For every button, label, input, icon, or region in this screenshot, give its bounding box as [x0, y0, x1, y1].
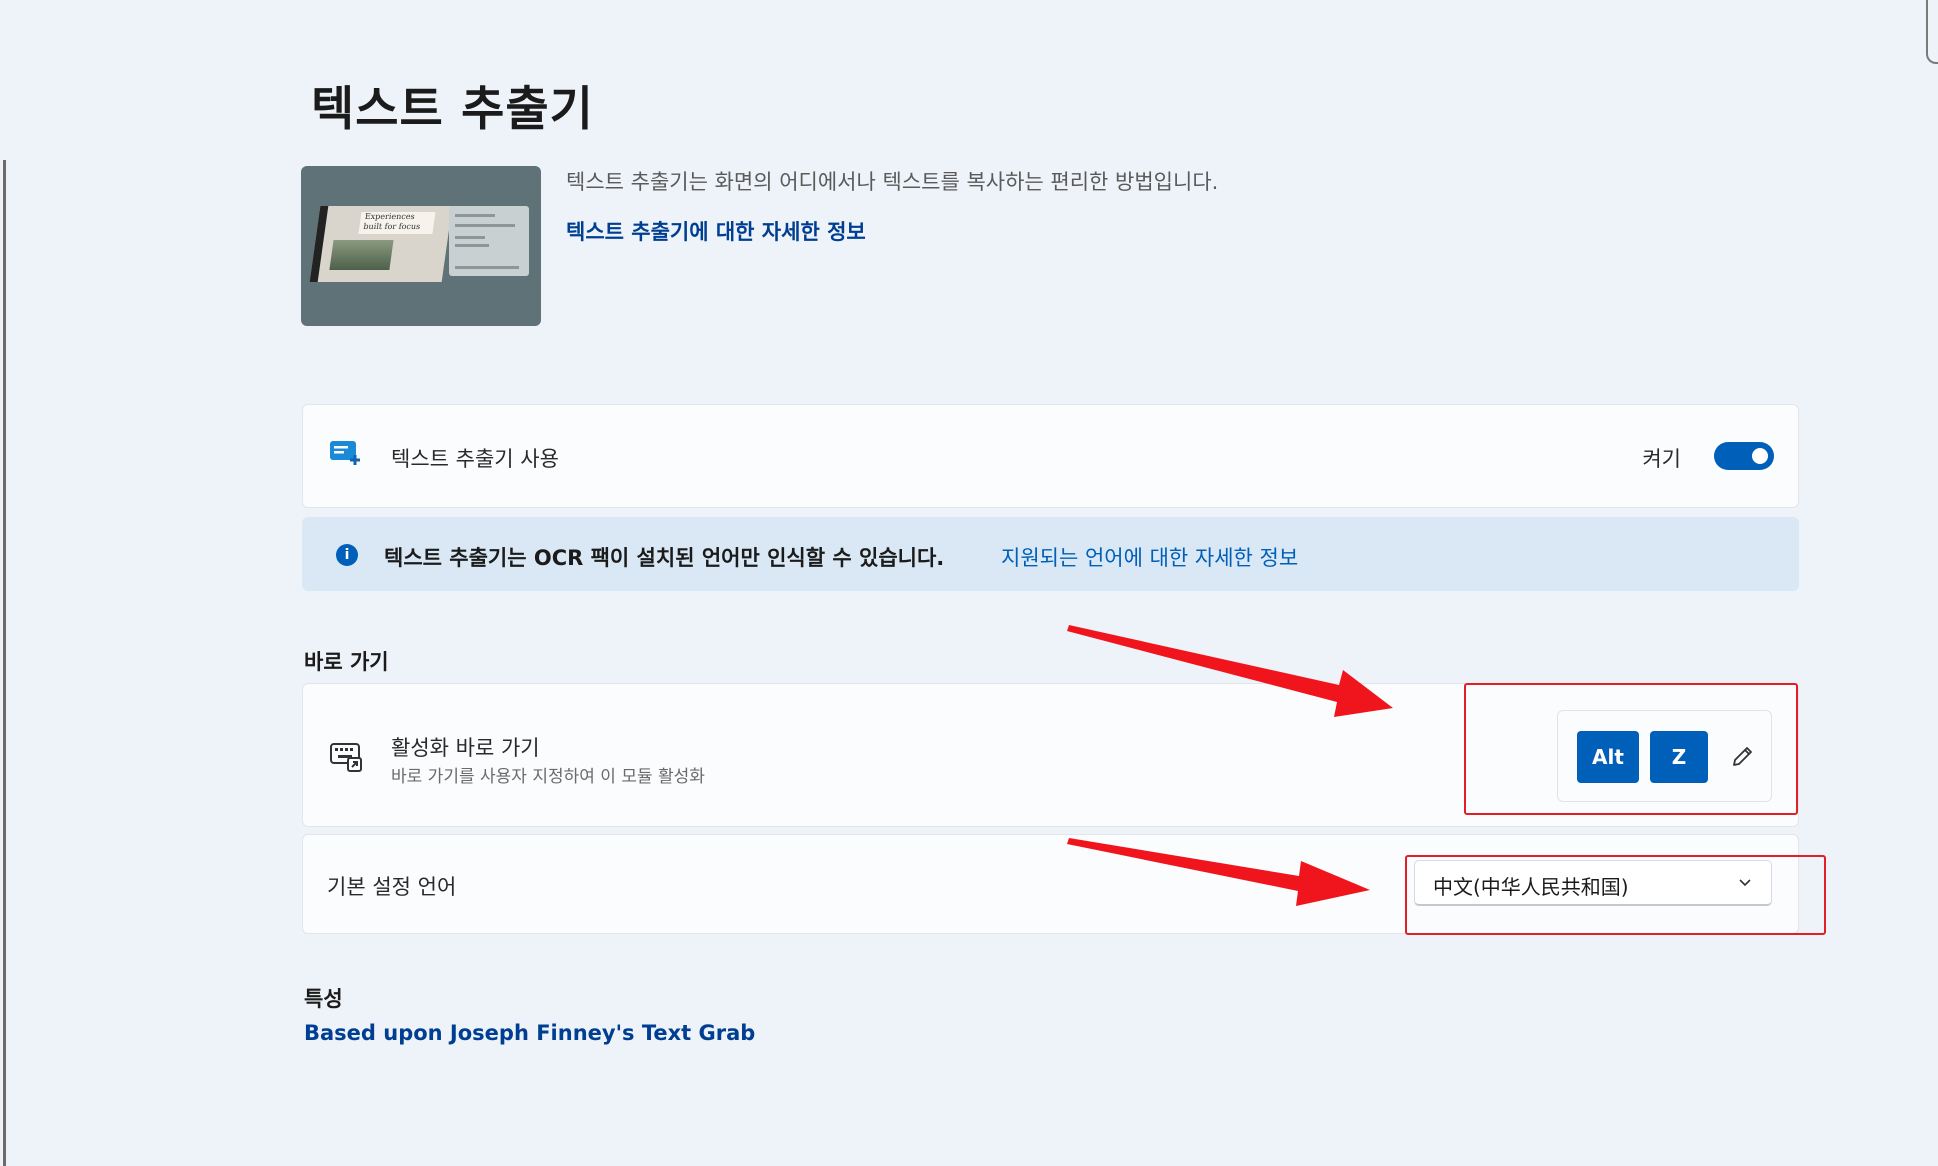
attribution-link[interactable]: Based upon Joseph Finney's Text Grab — [304, 1021, 755, 1045]
enable-setting-card: 텍스트 추출기 사용 켜기 — [302, 404, 1799, 508]
annotation-box-language — [1405, 855, 1826, 935]
hero-image-caption: Experiences built for focus — [358, 212, 436, 234]
text-extractor-icon — [329, 439, 363, 471]
shortcuts-heading: 바로 가기 — [304, 650, 389, 674]
window-corner — [1926, 0, 1938, 64]
info-message: 텍스트 추출기는 OCR 팩이 설치된 언어만 인식할 수 있습니다. — [384, 546, 945, 570]
hero-image-line — [455, 244, 489, 247]
toggle-knob — [1752, 448, 1768, 464]
keyboard-icon — [329, 742, 363, 776]
hero-image-line — [455, 224, 515, 227]
toggle-state-label: 켜기 — [1642, 447, 1681, 471]
hero-image-window — [449, 206, 529, 276]
annotation-box-shortcut — [1464, 683, 1798, 815]
activation-shortcut-description: 바로 가기를 사용자 지정하여 이 모듈 활성화 — [391, 767, 705, 787]
hero-image-photo — [329, 240, 394, 270]
hero-image-line — [455, 236, 485, 239]
hero-image-line — [455, 266, 519, 269]
activation-shortcut-title: 활성화 바로 가기 — [391, 736, 540, 760]
language-label: 기본 설정 언어 — [327, 875, 457, 899]
info-icon: i — [336, 544, 358, 566]
hero-image-line — [455, 214, 495, 217]
hero-image: Experiences built for focus — [301, 166, 541, 326]
enable-label: 텍스트 추출기 사용 — [391, 447, 559, 471]
hero-description: 텍스트 추출기는 화면의 어디에서나 텍스트를 복사하는 편리한 방법입니다. — [566, 170, 1219, 194]
attribution-heading: 특성 — [304, 987, 343, 1011]
hero-image-document: Experiences built for focus — [309, 206, 453, 282]
enable-toggle[interactable] — [1714, 442, 1774, 470]
supported-languages-link[interactable]: 지원되는 언어에 대한 자세한 정보 — [1001, 542, 1298, 572]
page-title: 텍스트 추출기 — [311, 82, 594, 137]
learn-more-link[interactable]: 텍스트 추출기에 대한 자세한 정보 — [566, 216, 866, 246]
info-bar: i 텍스트 추출기는 OCR 팩이 설치된 언어만 인식할 수 있습니다. 지원… — [302, 517, 1799, 591]
window-left-edge — [3, 160, 6, 1166]
